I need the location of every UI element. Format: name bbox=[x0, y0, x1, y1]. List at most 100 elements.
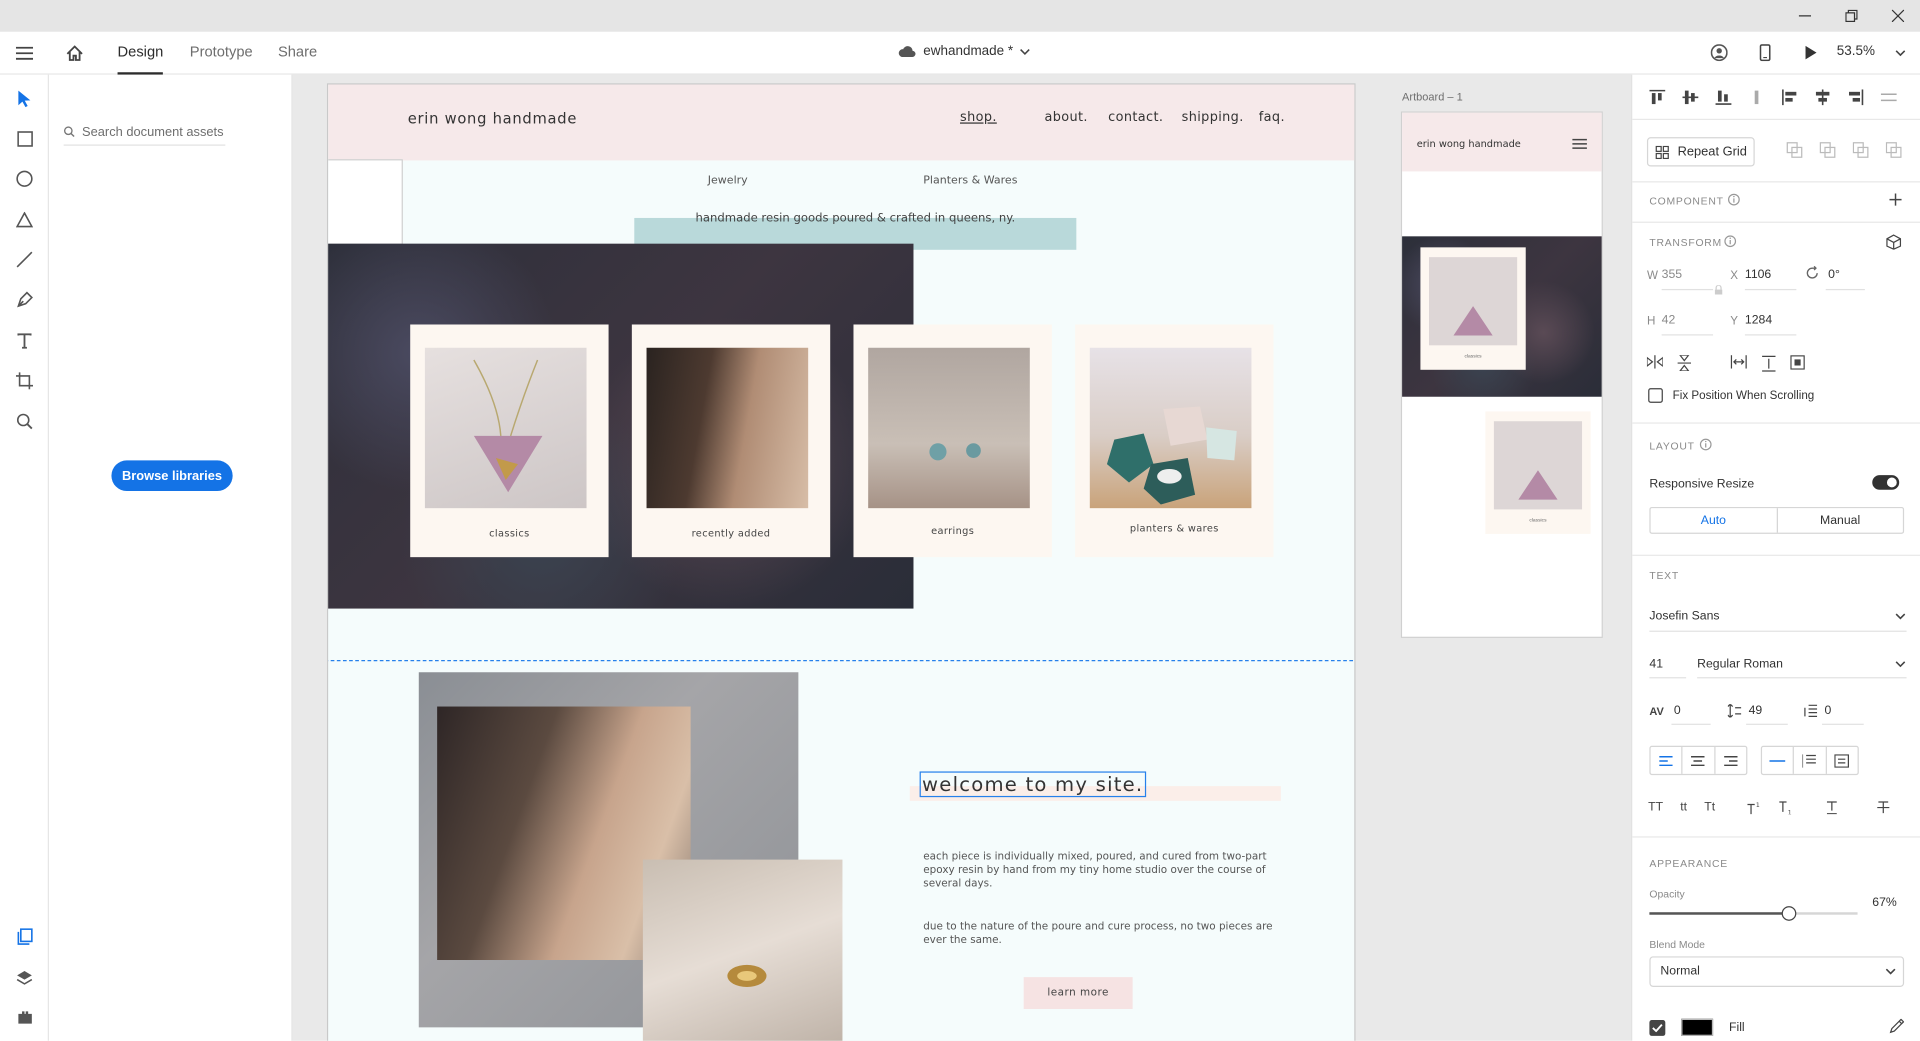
flip-vertical-icon[interactable] bbox=[1677, 355, 1692, 372]
strikethrough-icon[interactable] bbox=[1876, 801, 1890, 814]
hamburger-menu-icon[interactable] bbox=[10, 39, 39, 66]
intersect-boolean-icon[interactable] bbox=[1852, 142, 1869, 158]
category-card-earrings[interactable]: earrings bbox=[853, 324, 1052, 558]
resize-manual-option[interactable]: Manual bbox=[1777, 508, 1903, 532]
repeat-grid-button[interactable]: Repeat Grid bbox=[1646, 137, 1755, 167]
zoom-chevron-icon[interactable] bbox=[1893, 44, 1908, 61]
document-title-menu[interactable]: ewhandmade * bbox=[898, 44, 1031, 59]
y-field[interactable]: 1284 bbox=[1745, 313, 1772, 326]
height-field[interactable]: 42 bbox=[1662, 313, 1676, 326]
nav-shop[interactable]: shop. bbox=[960, 110, 997, 125]
category-card-planters[interactable]: planters & wares bbox=[1075, 324, 1274, 558]
ellipse-tool-icon[interactable] bbox=[7, 162, 41, 196]
align-right-text-icon[interactable] bbox=[1715, 747, 1746, 774]
opacity-slider-handle[interactable] bbox=[1781, 906, 1797, 921]
3d-transform-icon[interactable] bbox=[1886, 234, 1902, 250]
welcome-heading[interactable]: welcome to my site. bbox=[919, 771, 1146, 798]
nav-faq[interactable]: faq. bbox=[1259, 110, 1285, 125]
paragraph-spacing-field[interactable]: 0 bbox=[1825, 704, 1832, 717]
align-top-icon[interactable] bbox=[1649, 89, 1666, 105]
align-bottom-icon[interactable] bbox=[1715, 89, 1732, 105]
line-spacing-field[interactable]: 49 bbox=[1749, 704, 1763, 717]
subnav-jewelry[interactable]: Jewelry bbox=[708, 175, 748, 187]
fix-position-checkbox[interactable] bbox=[1648, 388, 1663, 403]
tab-design[interactable]: Design bbox=[117, 32, 164, 75]
opacity-slider-track[interactable] bbox=[1649, 906, 1858, 921]
tab-prototype[interactable]: Prototype bbox=[190, 32, 253, 75]
font-style-dropdown[interactable]: Regular Roman bbox=[1697, 658, 1783, 671]
font-family-dropdown[interactable]: Josefin Sans bbox=[1649, 610, 1719, 623]
site-brand[interactable]: erin wong handmade bbox=[408, 110, 577, 127]
browse-libraries-button[interactable]: Browse libraries bbox=[111, 460, 233, 492]
character-spacing-field[interactable]: 0 bbox=[1674, 704, 1681, 717]
polygon-tool-icon[interactable] bbox=[7, 202, 41, 236]
distribute-horizontal-icon[interactable] bbox=[1880, 89, 1897, 105]
scroll-guide-line[interactable] bbox=[328, 660, 1355, 662]
chevron-down-icon[interactable] bbox=[1895, 613, 1906, 620]
width-field[interactable]: 355 bbox=[1662, 268, 1682, 281]
placeholder-box[interactable] bbox=[328, 159, 403, 245]
eyedropper-icon[interactable] bbox=[1889, 1018, 1905, 1034]
mobile-artboard-label[interactable]: Artboard – 1 bbox=[1402, 91, 1463, 103]
blend-mode-dropdown[interactable]: Normal bbox=[1649, 956, 1905, 987]
process-paragraph[interactable]: due to the nature of the poure and cure … bbox=[923, 921, 1278, 948]
add-component-icon[interactable] bbox=[1889, 193, 1902, 206]
assets-panel-icon[interactable] bbox=[7, 920, 41, 954]
rotation-field[interactable]: 0° bbox=[1828, 268, 1840, 281]
pen-tool-icon[interactable] bbox=[7, 283, 41, 317]
artboard-tool-icon[interactable] bbox=[7, 364, 41, 398]
fixed-size-icon[interactable] bbox=[1827, 747, 1858, 774]
exclude-boolean-icon[interactable] bbox=[1885, 142, 1902, 158]
layers-panel-icon[interactable] bbox=[7, 960, 41, 994]
coediting-user-icon[interactable] bbox=[1707, 40, 1731, 64]
subtract-boolean-icon[interactable] bbox=[1819, 142, 1836, 158]
space-vertical-icon[interactable] bbox=[1762, 355, 1776, 372]
chevron-down-icon[interactable] bbox=[1895, 661, 1906, 668]
responsive-resize-toggle[interactable] bbox=[1872, 475, 1900, 490]
auto-height-icon[interactable] bbox=[1794, 746, 1827, 774]
lowercase-button[interactable]: tt bbox=[1680, 801, 1687, 814]
zoom-tool-icon[interactable] bbox=[7, 404, 41, 438]
intro-paragraph[interactable]: each piece is individually mixed, poured… bbox=[923, 851, 1278, 891]
align-middle-icon[interactable] bbox=[1682, 89, 1699, 105]
search-assets-field[interactable]: Search document assets bbox=[63, 119, 226, 146]
rectangle-tool-icon[interactable] bbox=[7, 121, 41, 155]
subnav-planters[interactable]: Planters & Wares bbox=[923, 175, 1017, 187]
ring-image[interactable] bbox=[642, 859, 843, 1041]
resize-auto-option[interactable]: Auto bbox=[1651, 508, 1778, 533]
superscript-icon[interactable]: 1 bbox=[1746, 801, 1762, 815]
nav-shipping[interactable]: shipping. bbox=[1182, 110, 1244, 125]
space-horizontal-icon[interactable] bbox=[1730, 355, 1747, 372]
nav-contact[interactable]: contact. bbox=[1108, 110, 1163, 125]
tagline-text[interactable]: handmade resin goods poured & crafted in… bbox=[634, 212, 1076, 225]
nav-about[interactable]: about. bbox=[1044, 110, 1087, 125]
learn-more-button[interactable]: learn more bbox=[1023, 977, 1133, 1009]
plugins-panel-icon[interactable] bbox=[7, 1000, 41, 1034]
zoom-level[interactable]: 53.5% bbox=[1837, 44, 1875, 59]
tab-share[interactable]: Share bbox=[278, 32, 317, 75]
font-size-field[interactable]: 41 bbox=[1649, 658, 1663, 671]
home-icon[interactable] bbox=[60, 39, 89, 66]
fit-content-icon[interactable] bbox=[1790, 355, 1805, 372]
mobile-artboard[interactable]: erin wong handmade classics classics bbox=[1400, 111, 1603, 638]
underline-icon[interactable] bbox=[1825, 801, 1837, 815]
design-canvas[interactable]: erin wong handmade shop. about. contact.… bbox=[292, 74, 1632, 1041]
uppercase-button[interactable]: TT bbox=[1648, 801, 1663, 814]
add-boolean-icon[interactable] bbox=[1786, 142, 1803, 158]
flip-horizontal-icon[interactable] bbox=[1646, 355, 1663, 372]
play-preview-icon[interactable] bbox=[1799, 40, 1823, 64]
x-field[interactable]: 1106 bbox=[1745, 268, 1771, 281]
lock-aspect-icon[interactable] bbox=[1714, 285, 1723, 295]
align-center-text-icon[interactable] bbox=[1683, 746, 1716, 774]
fill-checkbox[interactable] bbox=[1649, 1020, 1666, 1036]
fill-color-swatch[interactable] bbox=[1681, 1018, 1714, 1036]
opacity-field[interactable]: 67% bbox=[1872, 896, 1897, 909]
close-window-icon[interactable] bbox=[1870, 0, 1920, 32]
align-center-icon[interactable] bbox=[1815, 89, 1831, 106]
align-left-text-icon[interactable] bbox=[1651, 746, 1683, 774]
auto-width-icon[interactable] bbox=[1762, 746, 1795, 774]
category-card-classics[interactable]: classics bbox=[410, 324, 609, 558]
text-tool-icon[interactable] bbox=[7, 323, 41, 357]
align-right-icon[interactable] bbox=[1848, 89, 1864, 106]
category-card-recently-added[interactable]: recently added bbox=[631, 324, 831, 558]
